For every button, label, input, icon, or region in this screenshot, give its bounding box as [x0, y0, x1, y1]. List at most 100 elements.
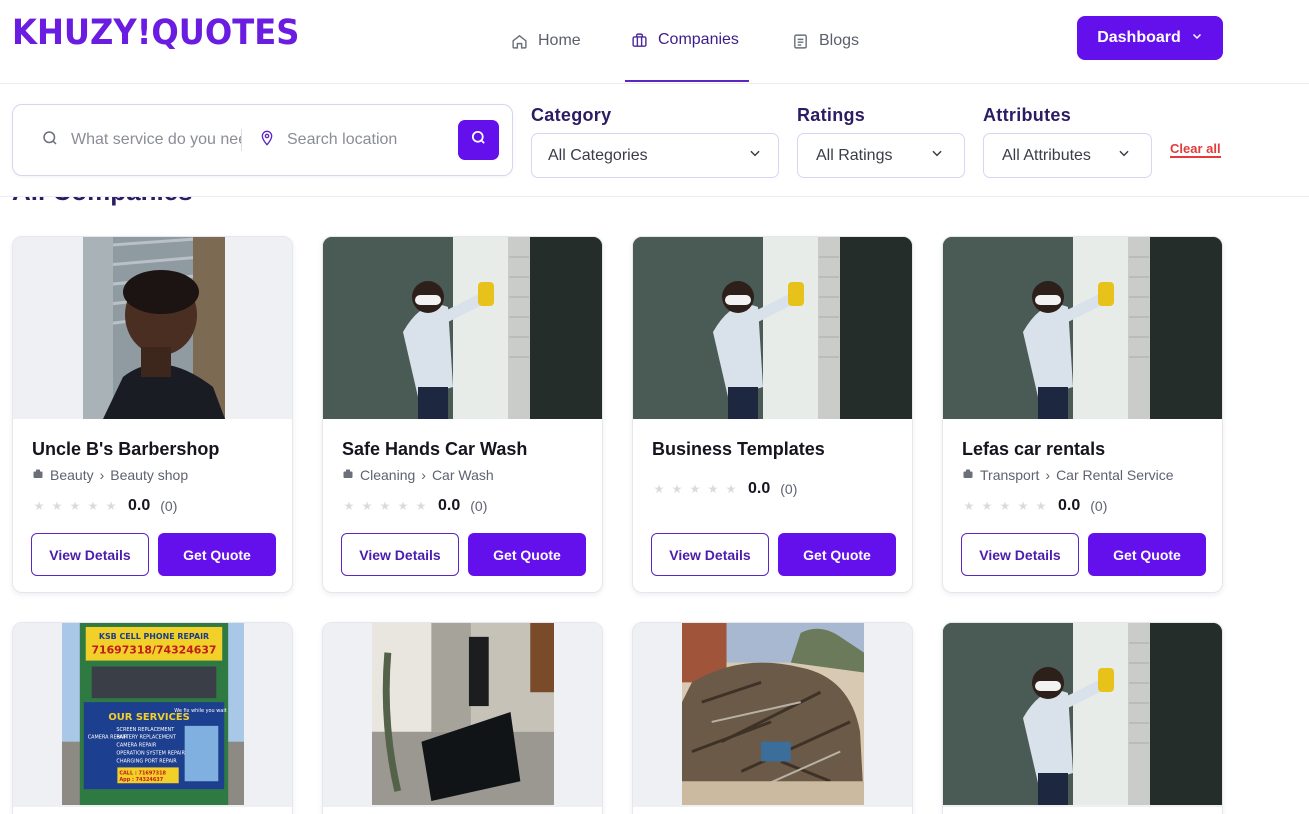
briefcase-icon	[630, 31, 648, 49]
location-search[interactable]: Search location	[259, 105, 449, 175]
chevron-right-icon: ›	[1045, 467, 1051, 483]
company-card	[322, 622, 603, 814]
location-search-input[interactable]: Search location	[287, 131, 397, 149]
get-quote-button[interactable]: Get Quote	[1088, 533, 1206, 576]
rating-value: 0.0	[1058, 497, 1081, 514]
review-count: (0)	[780, 481, 798, 497]
kiosk-shop-name: KSB CELL PHONE REPAIR	[99, 632, 209, 641]
star-icon: ★	[105, 499, 117, 513]
star-icon: ★	[69, 499, 81, 513]
star-icon: ★	[981, 499, 993, 513]
nav-blogs[interactable]: Blogs	[749, 0, 881, 82]
company-card: KSB CELL PHONE REPAIR 71697318/74324637 …	[12, 622, 293, 814]
category-select[interactable]: All Categories	[531, 133, 779, 178]
search-icon	[470, 129, 487, 151]
star-icon: ★	[343, 499, 355, 513]
company-name[interactable]: Lefas car rentals	[962, 439, 1105, 460]
service-search-input[interactable]: What service do you need?	[71, 131, 241, 149]
subcategory-name: Beauty shop	[110, 467, 189, 483]
clear-all-link[interactable]: Clear all	[1170, 142, 1221, 158]
company-image[interactable]	[323, 237, 602, 419]
company-image[interactable]	[633, 237, 912, 419]
chevron-down-icon	[748, 146, 762, 165]
kiosk-call: CALL : 71697318	[119, 770, 166, 776]
get-quote-button[interactable]: Get Quote	[158, 533, 276, 576]
ratings-select[interactable]: All Ratings	[797, 133, 965, 178]
attributes-select[interactable]: All Attributes	[983, 133, 1152, 178]
chevron-down-icon	[1117, 146, 1131, 165]
nav-blogs-label: Blogs	[819, 32, 860, 49]
category-value: All Categories	[548, 146, 648, 164]
star-icon: ★	[1017, 499, 1029, 513]
nav-companies-label: Companies	[658, 31, 739, 48]
card-actions: View Details Get Quote	[961, 533, 1206, 576]
star-icon: ★	[671, 482, 683, 496]
get-quote-button[interactable]: Get Quote	[468, 533, 586, 576]
location-pin-icon	[259, 129, 275, 152]
star-icon: ★	[999, 499, 1011, 513]
cleaning-photo	[323, 237, 602, 419]
company-name[interactable]: Uncle B's Barbershop	[32, 439, 219, 460]
rating-row: ★ ★ ★ ★ ★ 0.0 (0)	[962, 497, 1108, 515]
view-details-button[interactable]: View Details	[31, 533, 149, 576]
attributes-label: Attributes	[983, 105, 1071, 125]
nav-companies[interactable]: Companies	[625, 0, 749, 82]
brand-logo[interactable]: KHUZY!QUOTES	[12, 12, 299, 54]
category-name: Cleaning	[360, 467, 416, 483]
company-image[interactable]	[633, 623, 912, 807]
dashboard-button[interactable]: Dashboard	[1077, 16, 1223, 60]
search-box: What service do you need? Search locatio…	[12, 104, 513, 176]
category-name: Beauty	[50, 467, 94, 483]
nav-home[interactable]: Home	[510, 0, 625, 82]
search-divider	[241, 129, 242, 151]
chevron-down-icon	[1191, 29, 1203, 47]
company-image[interactable]	[323, 623, 602, 807]
kiosk-service: BATTERY REPLACEMENT	[116, 735, 176, 741]
category-label: Category	[531, 105, 612, 125]
get-quote-button[interactable]: Get Quote	[778, 533, 896, 576]
ratings-value: All Ratings	[816, 146, 893, 164]
card-actions: View Details Get Quote	[31, 533, 276, 576]
dashboard-label: Dashboard	[1097, 29, 1181, 46]
view-details-button[interactable]: View Details	[651, 533, 769, 576]
view-details-button[interactable]: View Details	[341, 533, 459, 576]
search-button[interactable]	[458, 120, 499, 160]
company-category: Transport › Car Rental Service	[962, 467, 1174, 483]
category-icon	[32, 467, 44, 483]
company-category: Beauty › Beauty shop	[32, 467, 188, 483]
rating-value: 0.0	[438, 497, 461, 514]
company-card	[632, 622, 913, 814]
cleaning-photo	[943, 623, 1222, 805]
company-image[interactable]	[13, 237, 292, 419]
company-card	[942, 622, 1223, 814]
kiosk-service: OPERATION SYSTEM REPAIR	[116, 751, 185, 757]
star-icon: ★	[1035, 499, 1047, 513]
cleaning-photo	[633, 237, 912, 419]
star-icon: ★	[397, 499, 409, 513]
star-icon: ★	[415, 499, 427, 513]
star-icon: ★	[87, 499, 99, 513]
company-image[interactable]	[943, 237, 1222, 419]
scrap-metal-photo	[682, 623, 864, 805]
star-icon: ★	[725, 482, 737, 496]
search-icon	[41, 129, 59, 152]
kiosk-slogan: We fix while you wait	[174, 708, 226, 714]
card-actions: View Details Get Quote	[651, 533, 896, 576]
star-icon: ★	[963, 499, 975, 513]
chevron-right-icon: ›	[421, 467, 426, 483]
company-card: Uncle B's Barbershop Beauty › Beauty sho…	[12, 236, 293, 593]
view-details-button[interactable]: View Details	[961, 533, 1079, 576]
star-icon: ★	[379, 499, 391, 513]
service-search[interactable]: What service do you need?	[41, 105, 241, 175]
chevron-down-icon	[930, 146, 944, 165]
review-count: (0)	[1090, 498, 1108, 514]
star-icon: ★	[361, 499, 373, 513]
company-image[interactable]	[943, 623, 1222, 807]
company-name[interactable]: Business Templates	[652, 439, 825, 460]
rating-row: ★ ★ ★ ★ ★ 0.0 (0)	[342, 497, 488, 515]
company-image[interactable]: KSB CELL PHONE REPAIR 71697318/74324637 …	[13, 623, 292, 807]
gravestone-photo	[372, 623, 554, 805]
subcategory-name: Car Rental Service	[1056, 467, 1174, 483]
company-name[interactable]: Safe Hands Car Wash	[342, 439, 527, 460]
review-count: (0)	[160, 498, 178, 514]
